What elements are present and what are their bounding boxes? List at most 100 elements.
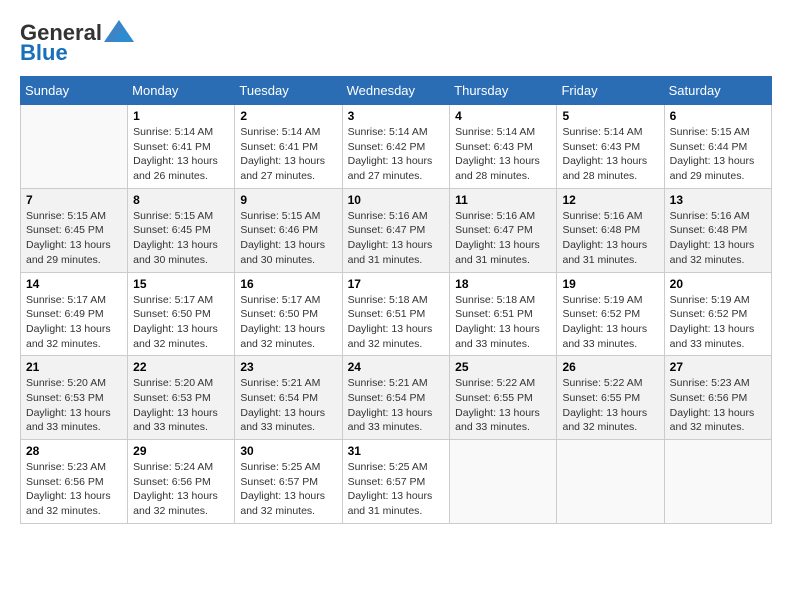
day-number: 17 [348, 277, 445, 291]
day-info: Sunrise: 5:20 AMSunset: 6:53 PMDaylight:… [133, 376, 229, 435]
calendar-cell-w0d1: 1 Sunrise: 5:14 AMSunset: 6:41 PMDaylight… [128, 105, 235, 189]
page-header: General Blue [20, 20, 772, 66]
calendar-cell-w0d0 [21, 105, 128, 189]
day-info: Sunrise: 5:16 AMSunset: 6:48 PMDaylight:… [562, 209, 658, 268]
day-info: Sunrise: 5:23 AMSunset: 6:56 PMDaylight:… [670, 376, 766, 435]
calendar-cell-w2d4: 18 Sunrise: 5:18 AMSunset: 6:51 PMDayligh… [450, 272, 557, 356]
day-number: 5 [562, 109, 658, 123]
day-info: Sunrise: 5:22 AMSunset: 6:55 PMDaylight:… [562, 376, 658, 435]
weekday-header-saturday: Saturday [664, 77, 771, 105]
day-number: 10 [348, 193, 445, 207]
day-number: 13 [670, 193, 766, 207]
calendar-cell-w1d2: 9 Sunrise: 5:15 AMSunset: 6:46 PMDaylight… [235, 188, 342, 272]
day-info: Sunrise: 5:15 AMSunset: 6:45 PMDaylight:… [133, 209, 229, 268]
day-number: 14 [26, 277, 122, 291]
weekday-header-monday: Monday [128, 77, 235, 105]
weekday-header-tuesday: Tuesday [235, 77, 342, 105]
calendar-cell-w1d6: 13 Sunrise: 5:16 AMSunset: 6:48 PMDayligh… [664, 188, 771, 272]
weekday-header-sunday: Sunday [21, 77, 128, 105]
day-number: 2 [240, 109, 336, 123]
day-number: 24 [348, 360, 445, 374]
day-number: 8 [133, 193, 229, 207]
calendar-cell-w3d2: 23 Sunrise: 5:21 AMSunset: 6:54 PMDayligh… [235, 356, 342, 440]
day-number: 30 [240, 444, 336, 458]
calendar-cell-w3d4: 25 Sunrise: 5:22 AMSunset: 6:55 PMDayligh… [450, 356, 557, 440]
day-info: Sunrise: 5:15 AMSunset: 6:44 PMDaylight:… [670, 125, 766, 184]
day-number: 31 [348, 444, 445, 458]
day-number: 26 [562, 360, 658, 374]
calendar-cell-w2d1: 15 Sunrise: 5:17 AMSunset: 6:50 PMDayligh… [128, 272, 235, 356]
day-number: 29 [133, 444, 229, 458]
day-number: 16 [240, 277, 336, 291]
day-info: Sunrise: 5:15 AMSunset: 6:45 PMDaylight:… [26, 209, 122, 268]
calendar-cell-w2d2: 16 Sunrise: 5:17 AMSunset: 6:50 PMDayligh… [235, 272, 342, 356]
calendar-cell-w0d3: 3Sunrise: 5:14 AMSunset: 6:42 PMDaylight… [342, 105, 450, 189]
weekday-header-thursday: Thursday [450, 77, 557, 105]
calendar-cell-w0d6: 6 Sunrise: 5:15 AMSunset: 6:44 PMDaylight… [664, 105, 771, 189]
day-info: Sunrise: 5:22 AMSunset: 6:55 PMDaylight:… [455, 376, 551, 435]
calendar-cell-w2d5: 19Sunrise: 5:19 AMSunset: 6:52 PMDayligh… [557, 272, 664, 356]
calendar-cell-w3d0: 21 Sunrise: 5:20 AMSunset: 6:53 PMDayligh… [21, 356, 128, 440]
day-info: Sunrise: 5:16 AMSunset: 6:48 PMDaylight:… [670, 209, 766, 268]
day-number: 22 [133, 360, 229, 374]
calendar-cell-w1d4: 11Sunrise: 5:16 AMSunset: 6:47 PMDayligh… [450, 188, 557, 272]
calendar-cell-w0d5: 5 Sunrise: 5:14 AMSunset: 6:43 PMDaylight… [557, 105, 664, 189]
calendar-cell-w2d0: 14Sunrise: 5:17 AMSunset: 6:49 PMDayligh… [21, 272, 128, 356]
calendar-cell-w1d1: 8 Sunrise: 5:15 AMSunset: 6:45 PMDaylight… [128, 188, 235, 272]
logo: General Blue [20, 20, 134, 66]
calendar-cell-w2d6: 20 Sunrise: 5:19 AMSunset: 6:52 PMDayligh… [664, 272, 771, 356]
calendar-cell-w1d5: 12 Sunrise: 5:16 AMSunset: 6:48 PMDayligh… [557, 188, 664, 272]
calendar-cell-w2d3: 17 Sunrise: 5:18 AMSunset: 6:51 PMDayligh… [342, 272, 450, 356]
day-info: Sunrise: 5:14 AMSunset: 6:43 PMDaylight:… [455, 125, 551, 184]
calendar-cell-w3d5: 26 Sunrise: 5:22 AMSunset: 6:55 PMDayligh… [557, 356, 664, 440]
calendar-cell-w0d4: 4 Sunrise: 5:14 AMSunset: 6:43 PMDaylight… [450, 105, 557, 189]
day-info: Sunrise: 5:18 AMSunset: 6:51 PMDaylight:… [455, 293, 551, 352]
calendar-cell-w4d1: 29 Sunrise: 5:24 AMSunset: 6:56 PMDayligh… [128, 440, 235, 524]
day-info: Sunrise: 5:21 AMSunset: 6:54 PMDaylight:… [348, 376, 445, 435]
calendar-cell-w3d6: 27 Sunrise: 5:23 AMSunset: 6:56 PMDayligh… [664, 356, 771, 440]
day-number: 15 [133, 277, 229, 291]
calendar-cell-w4d4 [450, 440, 557, 524]
day-info: Sunrise: 5:14 AMSunset: 6:43 PMDaylight:… [562, 125, 658, 184]
day-number: 4 [455, 109, 551, 123]
calendar-cell-w4d5 [557, 440, 664, 524]
logo-icon [104, 20, 134, 42]
day-number: 27 [670, 360, 766, 374]
day-info: Sunrise: 5:21 AMSunset: 6:54 PMDaylight:… [240, 376, 336, 435]
day-info: Sunrise: 5:14 AMSunset: 6:41 PMDaylight:… [133, 125, 229, 184]
day-number: 3 [348, 109, 445, 123]
calendar-cell-w3d3: 24 Sunrise: 5:21 AMSunset: 6:54 PMDayligh… [342, 356, 450, 440]
calendar-table: SundayMondayTuesdayWednesdayThursdayFrid… [20, 76, 772, 524]
day-info: Sunrise: 5:25 AMSunset: 6:57 PMDaylight:… [240, 460, 336, 519]
calendar-cell-w3d1: 22 Sunrise: 5:20 AMSunset: 6:53 PMDayligh… [128, 356, 235, 440]
day-info: Sunrise: 5:17 AMSunset: 6:50 PMDaylight:… [133, 293, 229, 352]
day-info: Sunrise: 5:17 AMSunset: 6:50 PMDaylight:… [240, 293, 336, 352]
day-info: Sunrise: 5:20 AMSunset: 6:53 PMDaylight:… [26, 376, 122, 435]
day-info: Sunrise: 5:24 AMSunset: 6:56 PMDaylight:… [133, 460, 229, 519]
day-number: 9 [240, 193, 336, 207]
day-number: 18 [455, 277, 551, 291]
day-number: 23 [240, 360, 336, 374]
calendar-cell-w4d2: 30 Sunrise: 5:25 AMSunset: 6:57 PMDayligh… [235, 440, 342, 524]
day-number: 12 [562, 193, 658, 207]
calendar-cell-w1d0: 7 Sunrise: 5:15 AMSunset: 6:45 PMDaylight… [21, 188, 128, 272]
day-info: Sunrise: 5:14 AMSunset: 6:41 PMDaylight:… [240, 125, 336, 184]
day-info: Sunrise: 5:25 AMSunset: 6:57 PMDaylight:… [348, 460, 445, 519]
day-info: Sunrise: 5:19 AMSunset: 6:52 PMDaylight:… [670, 293, 766, 352]
day-number: 7 [26, 193, 122, 207]
day-number: 11 [455, 193, 551, 207]
logo-blue: Blue [20, 40, 68, 66]
day-number: 21 [26, 360, 122, 374]
day-info: Sunrise: 5:18 AMSunset: 6:51 PMDaylight:… [348, 293, 445, 352]
day-number: 20 [670, 277, 766, 291]
day-number: 25 [455, 360, 551, 374]
day-number: 6 [670, 109, 766, 123]
weekday-header-wednesday: Wednesday [342, 77, 450, 105]
calendar-cell-w1d3: 10Sunrise: 5:16 AMSunset: 6:47 PMDayligh… [342, 188, 450, 272]
day-info: Sunrise: 5:19 AMSunset: 6:52 PMDaylight:… [562, 293, 658, 352]
day-number: 28 [26, 444, 122, 458]
calendar-cell-w4d3: 31 Sunrise: 5:25 AMSunset: 6:57 PMDayligh… [342, 440, 450, 524]
day-info: Sunrise: 5:15 AMSunset: 6:46 PMDaylight:… [240, 209, 336, 268]
day-number: 1 [133, 109, 229, 123]
day-info: Sunrise: 5:23 AMSunset: 6:56 PMDaylight:… [26, 460, 122, 519]
